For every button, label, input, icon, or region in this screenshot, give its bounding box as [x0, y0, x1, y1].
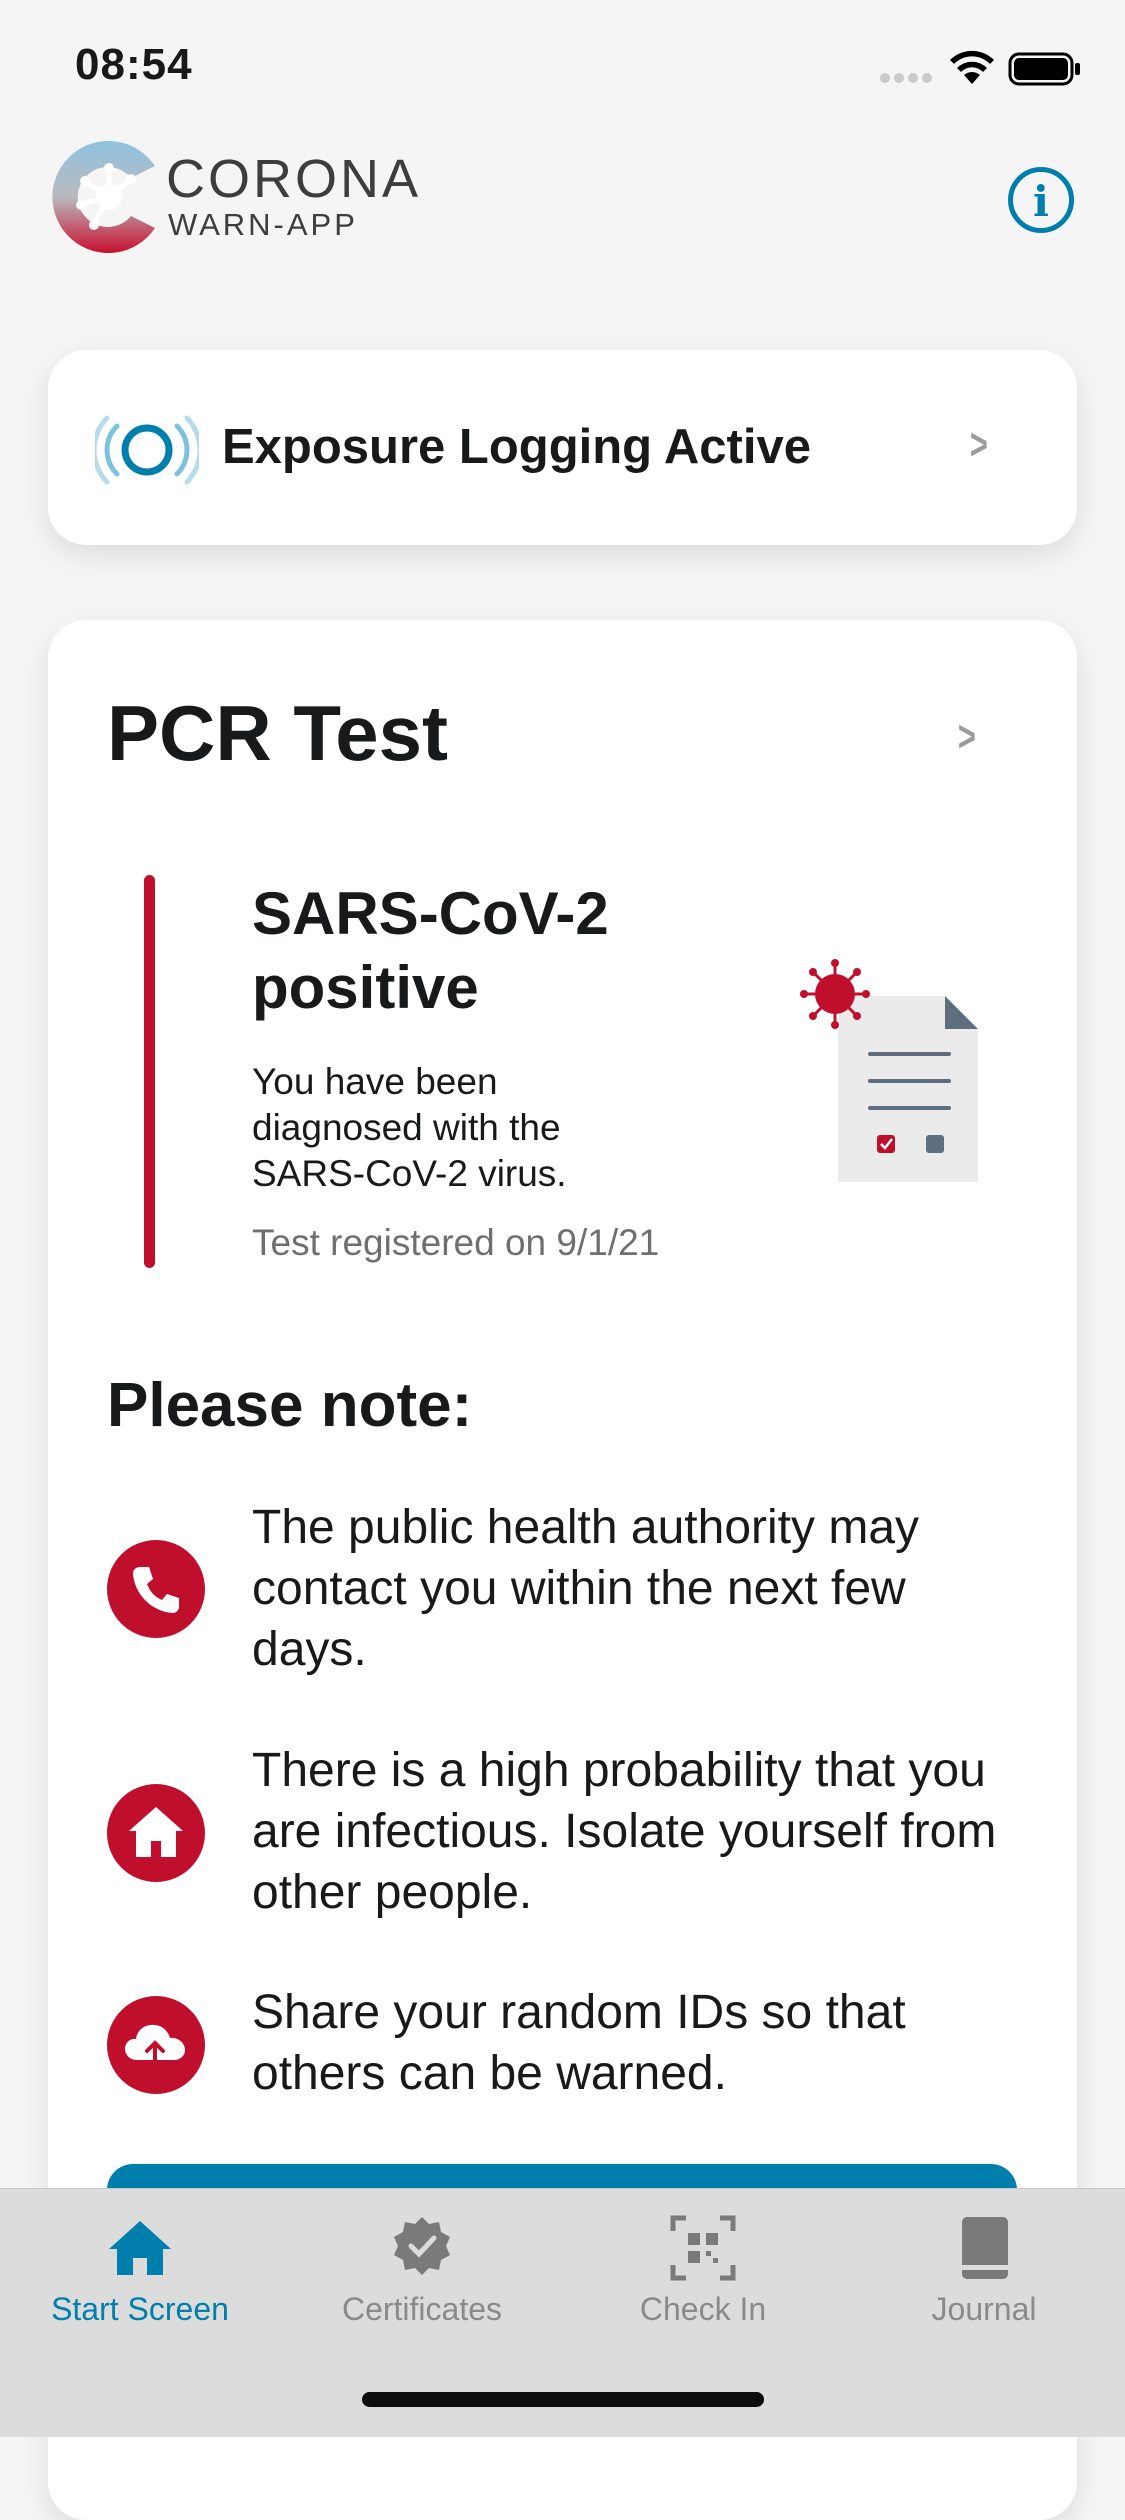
test-registered-date: Test registered on 9/1/21 [252, 1222, 660, 1263]
home-indicator[interactable] [362, 2392, 764, 2407]
tab-label: Start Screen [51, 2291, 229, 2327]
chevron-right-icon: > [969, 420, 988, 469]
tab-label: Check In [639, 2291, 767, 2327]
note-text: The public health authority may contact … [252, 1501, 920, 1676]
home-icon [109, 2221, 171, 2275]
tab-certificates[interactable]: Certificates [302, 2203, 542, 2327]
result-title: SARS-CoV-2 positive [252, 880, 609, 1021]
wifi-icon [950, 50, 994, 84]
corona-warn-app-logo [52, 141, 155, 254]
info-icon: i [1033, 177, 1049, 226]
tab-journal[interactable]: Journal [864, 2203, 1104, 2327]
app-title: CORONA [166, 149, 422, 209]
tab-check-in[interactable]: Check In [583, 2203, 823, 2327]
exposure-logging-label: Exposure Logging Active [222, 420, 811, 474]
exposure-logging-icon [95, 415, 199, 485]
result-indicator-bar [144, 875, 155, 1268]
tab-label: Certificates [341, 2291, 503, 2327]
app-subtitle: WARN-APP [168, 207, 358, 242]
status-time: 08:54 [75, 40, 193, 89]
tab-start-screen[interactable]: Start Screen [20, 2203, 260, 2327]
phone-icon [107, 1540, 205, 1638]
tab-label: Journal [931, 2291, 1037, 2327]
certificate-icon [394, 2217, 450, 2275]
note-text: Share your random IDs so that others can… [252, 1986, 906, 2100]
book-icon [962, 2217, 1008, 2279]
please-note-heading: Please note: [107, 1371, 473, 1440]
positive-test-document-icon [800, 959, 978, 1182]
cellular-signal-icon [880, 73, 934, 83]
test-card-title: PCR Test [107, 689, 448, 777]
qr-code-icon [670, 2215, 736, 2281]
home-icon [107, 1784, 205, 1882]
info-button[interactable]: i [1008, 167, 1074, 233]
cloud-upload-icon [107, 1996, 205, 2094]
note-text: There is a high probability that you are… [252, 1744, 997, 1919]
result-description: You have been diagnosed with the SARS-Co… [252, 1061, 567, 1194]
chevron-right-icon[interactable]: > [958, 712, 976, 762]
battery-icon [1008, 52, 1080, 86]
